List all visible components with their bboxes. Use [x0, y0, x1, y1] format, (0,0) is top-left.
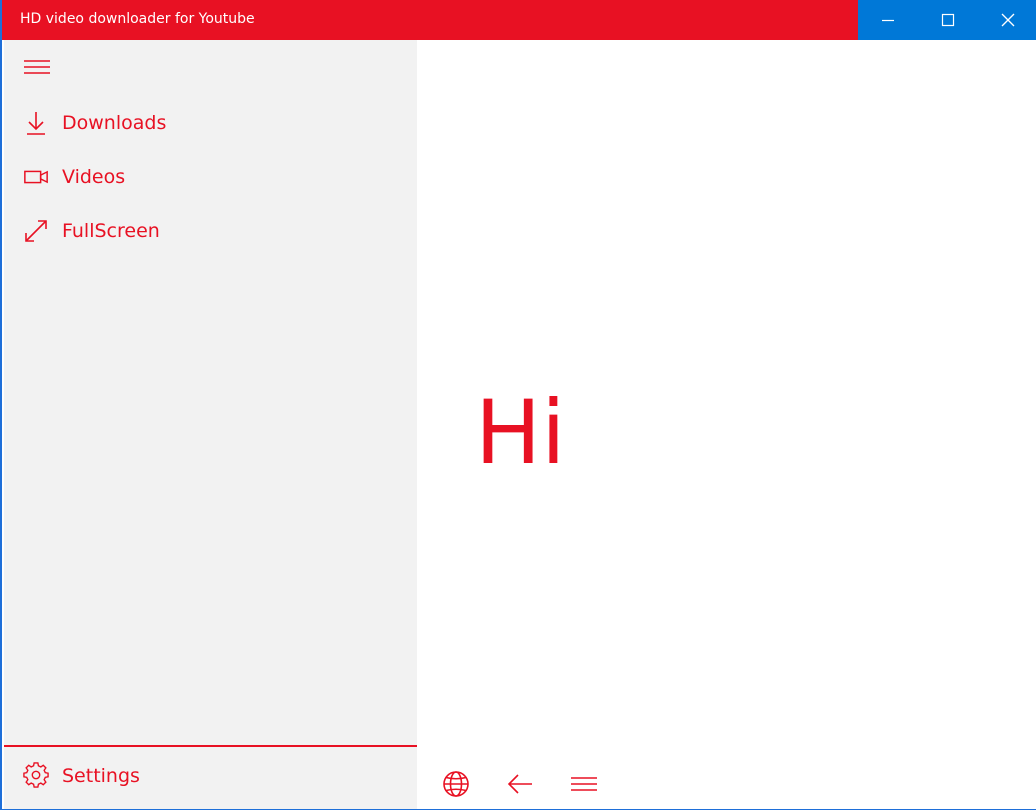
gear-icon [23, 762, 49, 788]
nav-item-videos[interactable]: Videos [4, 154, 417, 198]
minimize-button[interactable] [858, 0, 918, 40]
nav-item-downloads[interactable]: Downloads [4, 100, 417, 144]
globe-button[interactable] [438, 766, 474, 802]
hamburger-icon [24, 60, 50, 74]
maximize-icon [941, 13, 955, 27]
download-icon [23, 110, 49, 136]
maximize-button[interactable] [918, 0, 978, 40]
back-button[interactable] [502, 766, 538, 802]
settings-divider [4, 745, 417, 747]
fullscreen-icon [23, 218, 49, 244]
nav-item-label: FullScreen [62, 220, 160, 242]
video-camera-icon [23, 164, 49, 190]
hamburger-icon [571, 777, 597, 791]
nav-item-label: Downloads [62, 112, 167, 134]
greeting-text: Hi [475, 381, 566, 484]
window-title: HD video downloader for Youtube [20, 11, 255, 27]
bottom-app-bar [417, 758, 1036, 808]
content-area: Hi [417, 40, 1036, 809]
window-controls [858, 0, 1036, 40]
nav-item-fullscreen[interactable]: FullScreen [4, 208, 417, 252]
minimize-icon [882, 19, 894, 22]
bottom-menu-button[interactable] [566, 766, 602, 802]
nav-item-label: Videos [62, 166, 126, 188]
nav-item-settings[interactable]: Settings [4, 752, 417, 800]
close-icon [1001, 13, 1015, 27]
settings-label: Settings [62, 765, 140, 787]
globe-icon [443, 771, 469, 797]
navigation-pane: Downloads Videos FullScreen [4, 40, 417, 809]
close-button[interactable] [978, 0, 1036, 40]
title-bar-background: HD video downloader for Youtube [2, 0, 858, 40]
app-window: HD video downloader for Youtube Download… [0, 0, 1036, 810]
title-bar: HD video downloader for Youtube [2, 0, 1036, 40]
nav-menu-button[interactable] [23, 56, 51, 78]
back-arrow-icon [507, 774, 532, 794]
